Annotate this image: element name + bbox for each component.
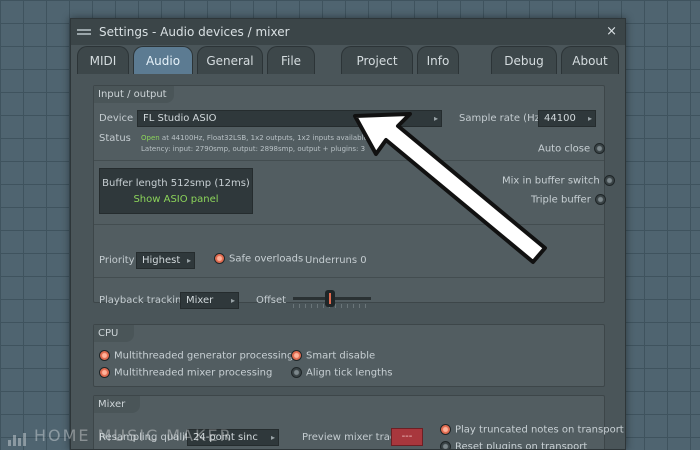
window-title: Settings - Audio devices / mixer bbox=[99, 25, 290, 39]
tab-bar: MIDI Audio General File Project Info Deb… bbox=[71, 46, 625, 74]
playback-tracking-label: Playback tracking bbox=[99, 295, 188, 306]
tab-info[interactable]: Info bbox=[417, 46, 459, 74]
playback-tracking-select[interactable]: Mixer ▸ bbox=[180, 292, 239, 309]
watermark: HOME MUSIC MAKER bbox=[8, 426, 233, 446]
cpu-section: CPU Multithreaded generator processing S… bbox=[93, 324, 605, 387]
close-icon[interactable]: × bbox=[606, 24, 617, 39]
multithreaded-mixer-radio-icon[interactable] bbox=[99, 367, 110, 378]
section-header-io: Input / output bbox=[94, 86, 174, 103]
chevron-right-icon: ▸ bbox=[230, 296, 235, 305]
reset-plugins-option[interactable]: Reset plugins on transport bbox=[440, 441, 588, 450]
device-value: FL Studio ASIO bbox=[143, 113, 217, 124]
smart-disable-label: Smart disable bbox=[306, 350, 376, 362]
equalizer-icon bbox=[8, 427, 28, 446]
playback-tracking-value: Mixer bbox=[186, 295, 214, 306]
watermark-text: HOME MUSIC MAKER bbox=[34, 426, 233, 445]
align-tick-lengths-radio-icon[interactable] bbox=[291, 367, 302, 378]
grip-icon bbox=[77, 27, 93, 37]
status-label: Status bbox=[99, 133, 131, 144]
tab-general[interactable]: General bbox=[197, 46, 263, 74]
buffer-length-text: Buffer length 512smp (12ms) bbox=[102, 178, 250, 189]
priority-value: Highest bbox=[142, 255, 181, 266]
offset-slider-knob[interactable] bbox=[325, 290, 335, 307]
priority-label: Priority bbox=[99, 255, 135, 266]
priority-select[interactable]: Highest ▸ bbox=[136, 252, 195, 269]
show-asio-panel-link[interactable]: Show ASIO panel bbox=[100, 194, 252, 205]
chevron-right-icon: ▸ bbox=[186, 256, 191, 265]
divider bbox=[94, 277, 604, 278]
status-line-1: Open at 44100Hz, Float32LSB, 1x2 outputs… bbox=[141, 134, 368, 142]
play-truncated-radio-icon[interactable] bbox=[440, 424, 451, 435]
tab-debug[interactable]: Debug bbox=[491, 46, 557, 74]
multithreaded-generator-label: Multithreaded generator processing bbox=[114, 350, 294, 362]
multithreaded-generator-radio-icon[interactable] bbox=[99, 350, 110, 361]
chevron-right-icon: ▸ bbox=[270, 433, 275, 442]
auto-close-radio-icon[interactable] bbox=[594, 143, 606, 154]
tab-audio[interactable]: Audio bbox=[133, 46, 193, 74]
mix-in-buffer-radio-icon[interactable] bbox=[603, 175, 615, 186]
tab-midi[interactable]: MIDI bbox=[77, 46, 129, 74]
tab-project[interactable]: Project bbox=[341, 46, 413, 74]
smart-disable-radio-icon[interactable] bbox=[291, 350, 302, 361]
preview-mixer-track-button[interactable]: --- bbox=[391, 428, 423, 446]
smart-disable-option[interactable]: Smart disable bbox=[291, 350, 375, 362]
align-tick-lengths-option[interactable]: Align tick lengths bbox=[291, 367, 393, 379]
status-open: Open bbox=[141, 134, 160, 142]
multithreaded-mixer-option[interactable]: Multithreaded mixer processing bbox=[99, 367, 272, 379]
play-truncated-option[interactable]: Play truncated notes on transport bbox=[440, 424, 624, 436]
multithreaded-generator-option[interactable]: Multithreaded generator processing bbox=[99, 350, 293, 362]
triple-buffer-radio-icon[interactable] bbox=[594, 194, 606, 205]
reset-plugins-radio-icon[interactable] bbox=[440, 441, 451, 449]
tab-file[interactable]: File bbox=[267, 46, 315, 74]
offset-label: Offset bbox=[256, 295, 287, 306]
safe-overloads-radio-icon[interactable] bbox=[214, 253, 225, 264]
safe-overloads-label: Safe overloads bbox=[229, 253, 304, 265]
title-bar[interactable]: Settings - Audio devices / mixer × bbox=[71, 19, 625, 45]
preview-mixer-track-label: Preview mixer track bbox=[302, 432, 402, 443]
tab-about[interactable]: About bbox=[561, 46, 619, 74]
play-truncated-label: Play truncated notes on transport bbox=[455, 424, 624, 436]
section-header-mixer: Mixer bbox=[94, 396, 140, 413]
annotation-arrow-icon bbox=[353, 112, 547, 264]
safe-overloads-option[interactable]: Safe overloads bbox=[214, 253, 303, 265]
device-label: Device bbox=[99, 113, 134, 124]
status-line-2: Latency: input: 2790smp, output: 2898smp… bbox=[141, 145, 366, 153]
align-tick-lengths-label: Align tick lengths bbox=[306, 367, 393, 379]
chevron-right-icon: ▸ bbox=[587, 114, 592, 123]
reset-plugins-label: Reset plugins on transport bbox=[455, 441, 588, 450]
multithreaded-mixer-label: Multithreaded mixer processing bbox=[114, 367, 273, 379]
section-header-cpu: CPU bbox=[94, 325, 134, 342]
status-details: at 44100Hz, Float32LSB, 1x2 outputs, 1x2… bbox=[159, 134, 368, 142]
buffer-panel: Buffer length 512smp (12ms) Show ASIO pa… bbox=[99, 168, 253, 214]
